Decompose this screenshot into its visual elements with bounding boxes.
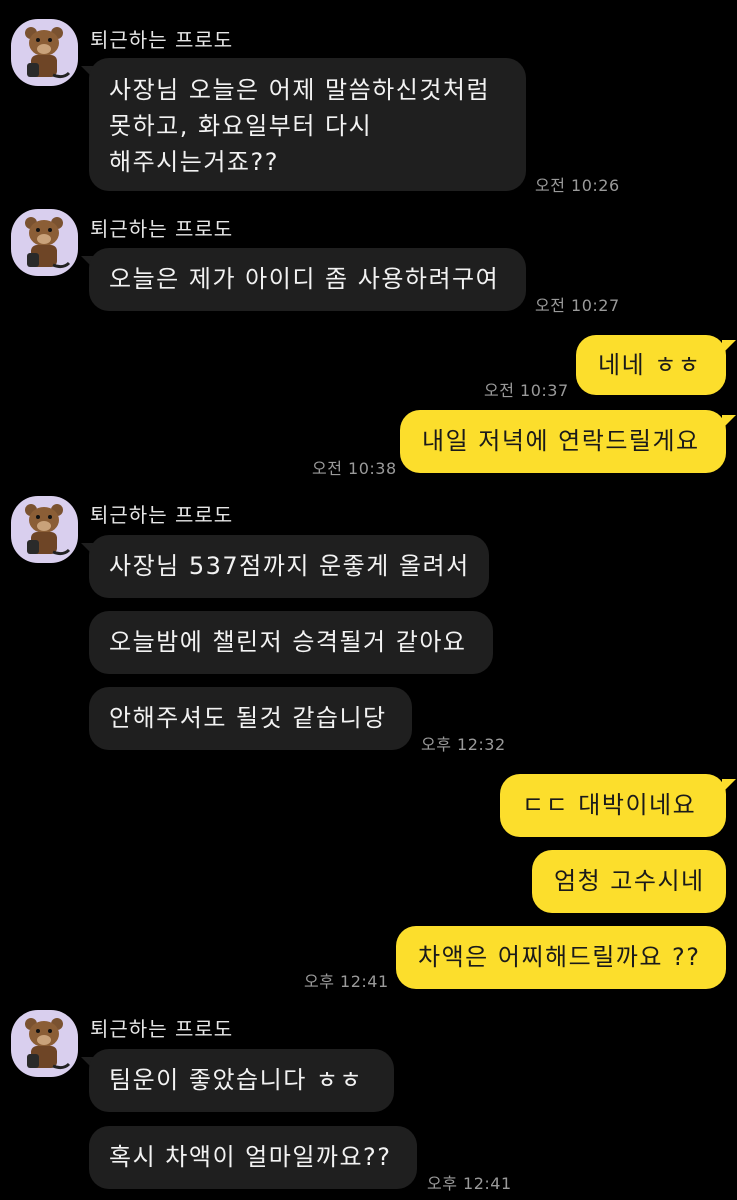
message-bubble-outgoing[interactable]: 네네 ㅎㅎ — [576, 335, 726, 395]
message-bubble-incoming[interactable]: 혹시 차액이 얼마일까요?? — [89, 1126, 417, 1189]
message-timestamp: 오후 12:41 — [304, 972, 389, 991]
bubble-tail — [722, 415, 736, 429]
message-bubble-outgoing[interactable]: 내일 저녁에 연락드릴게요 — [400, 410, 726, 473]
avatar[interactable] — [11, 1010, 78, 1077]
message-bubble-incoming[interactable]: 사장님 오늘은 어제 말씀하신것처럼 못하고, 화요일부터 다시 해주시는거죠?… — [89, 58, 526, 191]
message-timestamp: 오전 10:38 — [312, 459, 397, 478]
avatar[interactable] — [11, 209, 78, 276]
sender-name: 퇴근하는 프로도 — [90, 503, 234, 527]
message-bubble-outgoing[interactable]: 차액은 어찌해드릴까요 ?? — [396, 926, 726, 989]
message-timestamp: 오후 12:32 — [421, 735, 506, 754]
message-timestamp: 오전 10:27 — [535, 296, 620, 315]
message-timestamp: 오후 12:41 — [427, 1174, 512, 1193]
bear-avatar-icon — [25, 27, 71, 79]
bear-avatar-icon — [25, 504, 71, 556]
message-bubble-outgoing[interactable]: ㄷㄷ 대박이네요 — [500, 774, 726, 837]
message-bubble-incoming[interactable]: 사장님 537점까지 운좋게 올려서 — [89, 535, 489, 598]
message-bubble-incoming[interactable]: 오늘밤에 챌린저 승격될거 같아요 — [89, 611, 493, 674]
bubble-tail — [722, 340, 736, 354]
bubble-tail — [722, 779, 736, 793]
message-bubble-incoming[interactable]: 오늘은 제가 아이디 좀 사용하려구여 — [89, 248, 526, 311]
avatar[interactable] — [11, 496, 78, 563]
sender-name: 퇴근하는 프로도 — [90, 28, 234, 52]
bear-avatar-icon — [25, 1018, 71, 1070]
message-timestamp: 오전 10:37 — [484, 381, 569, 400]
message-timestamp: 오전 10:26 — [535, 176, 620, 195]
sender-name: 퇴근하는 프로도 — [90, 1017, 234, 1041]
message-bubble-outgoing[interactable]: 엄청 고수시네 — [532, 850, 726, 913]
sender-name: 퇴근하는 프로도 — [90, 217, 234, 241]
bear-avatar-icon — [25, 217, 71, 269]
avatar[interactable] — [11, 19, 78, 86]
message-bubble-incoming[interactable]: 팀운이 좋았습니다 ㅎㅎ — [89, 1049, 394, 1112]
message-bubble-incoming[interactable]: 안해주셔도 될것 같습니당 — [89, 687, 412, 750]
